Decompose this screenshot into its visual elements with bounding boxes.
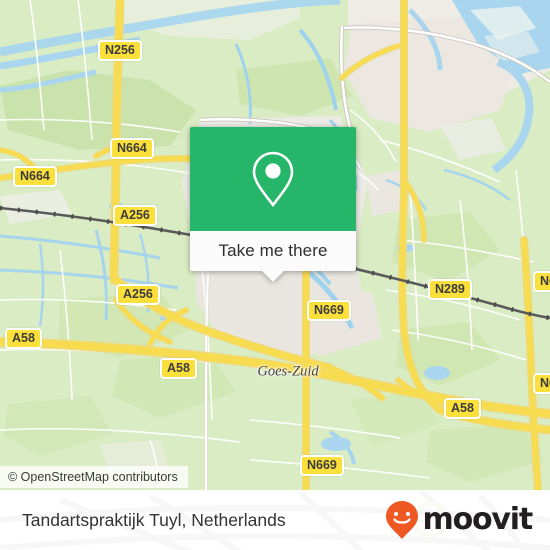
road-shield: N669 — [300, 455, 344, 476]
road-shield: A256 — [116, 284, 160, 305]
road-shield: A58 — [5, 328, 42, 349]
callout-header — [190, 127, 356, 231]
moovit-smiley-pin-icon — [385, 501, 418, 539]
moovit-brand[interactable]: moovit — [384, 490, 534, 550]
place-label: Goes-Zuid — [257, 364, 318, 381]
road-shield: N664 — [110, 138, 154, 159]
road-shield: A58 — [444, 398, 481, 419]
road-shield-label: N289 — [435, 282, 465, 296]
moovit-wordmark: moovit — [422, 502, 534, 537]
road-shield-label: N669 — [314, 303, 344, 317]
callout-action[interactable]: Take me there — [190, 231, 356, 282]
map-canvas[interactable]: N256 N664 N664 A256 A256 A58 A58 N669 N289 A58 N66… — [0, 0, 550, 490]
road-shield-label: N664 — [20, 169, 50, 183]
take-me-there-callout[interactable]: Take me there — [190, 127, 356, 282]
page-title: Tandartspraktijk Tuyl, Netherlands — [22, 510, 286, 530]
osm-attribution[interactable]: © OpenStreetMap contributors — [0, 466, 188, 488]
road-shield-label: A256 — [120, 208, 150, 222]
road-shield-label: A58 — [167, 361, 190, 375]
footer-bar: Tandartspraktijk Tuyl, Netherlands moovi… — [0, 490, 550, 550]
road-shield: N6 — [533, 373, 550, 394]
road-shield: N289 — [428, 279, 472, 300]
road-shield: A256 — [113, 205, 157, 226]
road-shield: N6 — [533, 271, 550, 292]
road-shield-label: N256 — [105, 43, 135, 57]
road-shield: N664 — [13, 166, 57, 187]
road-shield-label: N669 — [307, 458, 337, 472]
road-shield-label: A256 — [123, 287, 153, 301]
road-shield: N669 — [307, 300, 351, 321]
road-shield-label: N6 — [540, 274, 550, 288]
road-shield-label: A58 — [12, 331, 35, 345]
place-label-text: Goes-Zuid — [257, 363, 319, 380]
road-shield-label: N664 — [117, 141, 147, 155]
callout-action-label: Take me there — [218, 241, 328, 260]
road-shield-label: N6 — [540, 376, 550, 390]
map-pin-icon — [252, 151, 294, 208]
road-shield: N256 — [98, 40, 142, 61]
callout-tail — [262, 271, 284, 282]
road-shield: A58 — [160, 358, 197, 379]
moovit-map-screenshot: N256 N664 N664 A256 A256 A58 A58 N669 N289 A58 N66… — [0, 0, 550, 550]
road-shield-label: A58 — [451, 401, 474, 415]
